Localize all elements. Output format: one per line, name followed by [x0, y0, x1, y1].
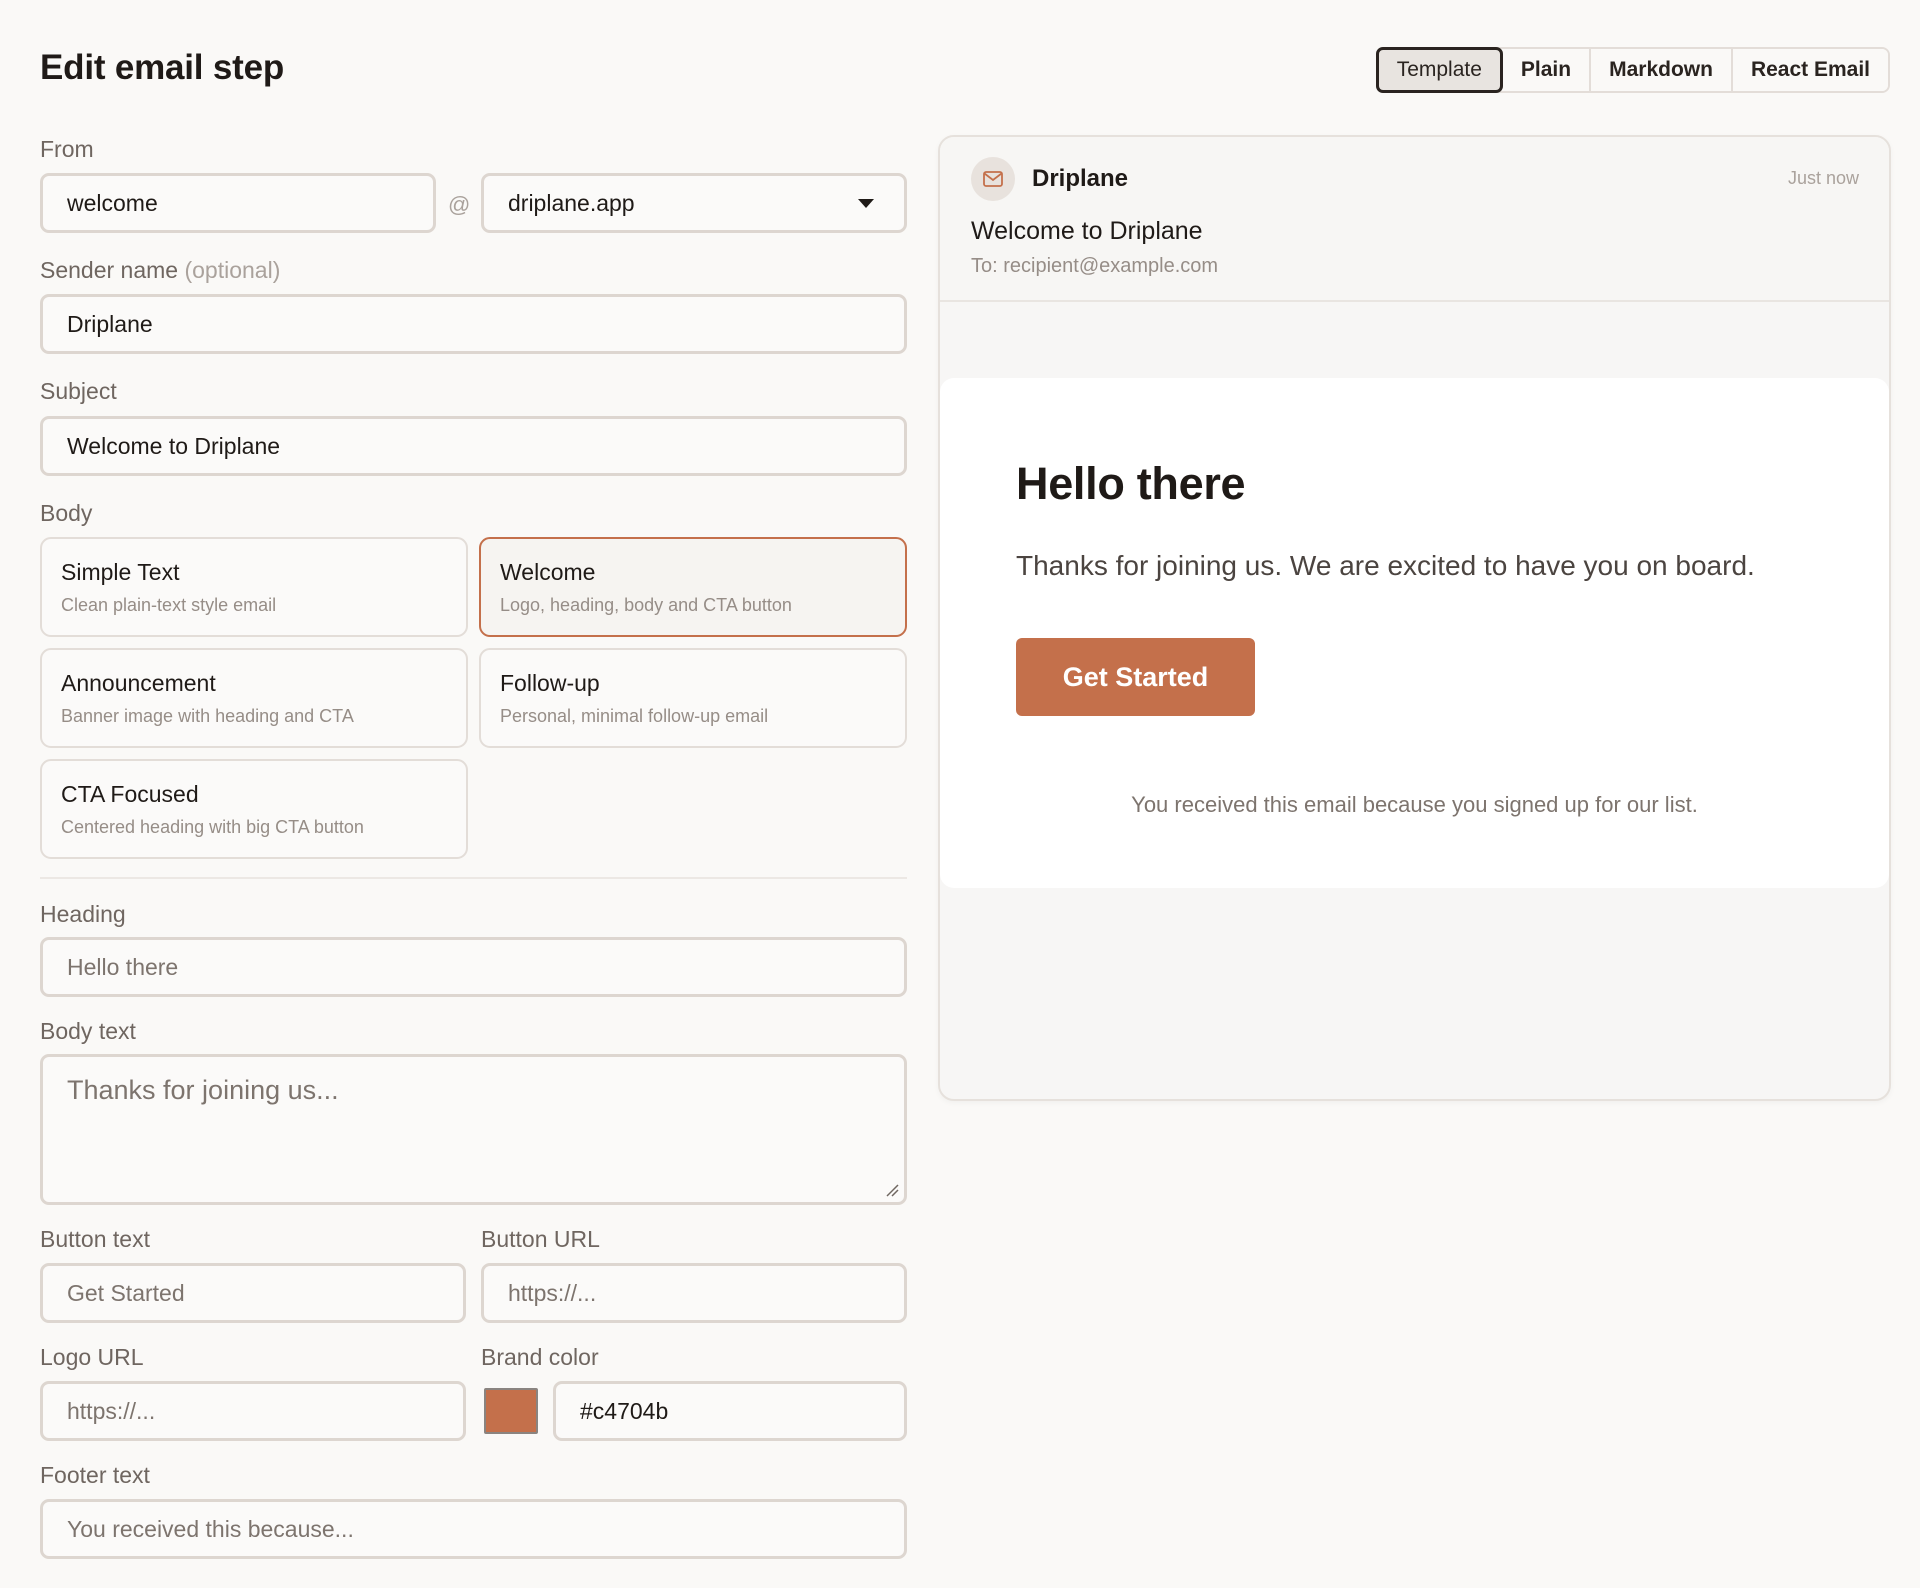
email-heading: Hello there — [1016, 458, 1246, 509]
body-text-label: Body text — [40, 1018, 136, 1044]
tab-react-email[interactable]: React Email — [1732, 49, 1888, 91]
preview-header: Driplane Just now Welcome to Driplane To… — [940, 137, 1889, 302]
template-card-announcement[interactable]: Announcement Banner image with heading a… — [40, 648, 468, 748]
section-divider — [40, 877, 907, 879]
sender-label: Sender name (optional) — [40, 257, 280, 284]
template-card-title: Follow-up — [500, 670, 600, 696]
logo-url-label: Logo URL — [40, 1344, 144, 1370]
subject-label: Subject — [40, 378, 117, 404]
preview-subject: Welcome to Driplane — [971, 217, 1203, 245]
footer-text-input[interactable]: You received this because... — [40, 1499, 907, 1559]
subject-input[interactable]: Welcome to Driplane — [40, 416, 907, 476]
resize-handle-icon[interactable] — [885, 1183, 899, 1197]
heading-label: Heading — [40, 901, 126, 927]
brand-color-swatch[interactable] — [484, 1388, 538, 1434]
sender-name-input[interactable]: Driplane — [40, 294, 907, 354]
tab-template[interactable]: Template — [1375, 47, 1503, 93]
tab-markdown[interactable]: Markdown — [1591, 49, 1733, 91]
from-label: From — [40, 136, 94, 162]
template-card-desc: Personal, minimal follow-up email — [500, 706, 769, 726]
footer-text-label: Footer text — [40, 1462, 150, 1488]
template-card-simple-text[interactable]: Simple Text Clean plain-text style email — [40, 537, 468, 637]
button-url-label: Button URL — [481, 1226, 600, 1252]
sender-optional: (optional) — [184, 257, 281, 283]
template-card-desc: Logo, heading, body and CTA button — [500, 595, 792, 615]
heading-input[interactable]: Hello there — [40, 937, 907, 997]
tab-plain[interactable]: Plain — [1502, 49, 1592, 91]
template-card-desc: Banner image with heading and CTA — [61, 706, 354, 726]
chevron-down-icon — [858, 199, 874, 208]
sender-label-text: Sender name — [40, 257, 179, 283]
brand-color-label: Brand color — [481, 1344, 599, 1370]
preview-recipient: To: recipient@example.com — [971, 255, 1219, 277]
template-card-cta-focused[interactable]: CTA Focused Centered heading with big CT… — [40, 759, 468, 859]
from-domain-select[interactable]: driplane.app — [481, 173, 907, 233]
button-url-input[interactable]: https://... — [481, 1263, 907, 1323]
email-footer-text: You received this email because you sign… — [1131, 792, 1698, 817]
body-text-textarea[interactable]: Thanks for joining us... — [40, 1054, 907, 1205]
template-card-title: CTA Focused — [61, 781, 199, 807]
sender-avatar — [971, 157, 1015, 201]
from-domain-value: driplane.app — [508, 189, 635, 216]
email-cta-button[interactable]: Get Started — [1016, 638, 1255, 716]
mail-icon — [983, 171, 1003, 187]
template-card-desc: Clean plain-text style email — [61, 595, 277, 615]
body-text-placeholder: Thanks for joining us... — [67, 1075, 339, 1105]
email-preview: Driplane Just now Welcome to Driplane To… — [938, 135, 1891, 1101]
preview-sender-name: Driplane — [1032, 165, 1129, 192]
template-card-desc: Centered heading with big CTA button — [61, 817, 364, 837]
template-card-title: Welcome — [500, 559, 596, 585]
preview-timestamp: Just now — [1787, 168, 1859, 188]
brand-color-input[interactable]: #c4704b — [553, 1381, 907, 1441]
from-local-input[interactable]: welcome — [40, 173, 436, 233]
template-card-title: Simple Text — [61, 559, 180, 585]
template-card-welcome[interactable]: Welcome Logo, heading, body and CTA butt… — [479, 537, 907, 637]
button-text-input[interactable]: Get Started — [40, 1263, 466, 1323]
at-sign: @ — [448, 192, 471, 217]
preview-email-body: Hello there Thanks for joining us. We ar… — [940, 378, 1889, 888]
body-label: Body — [40, 500, 93, 526]
logo-url-input[interactable]: https://... — [40, 1381, 466, 1441]
view-mode-tabs: Template Plain Markdown React Email — [1375, 47, 1890, 93]
template-card-follow-up[interactable]: Follow-up Personal, minimal follow-up em… — [479, 648, 907, 748]
button-text-label: Button text — [40, 1226, 150, 1252]
page-title: Edit email step — [40, 48, 285, 87]
email-body-text: Thanks for joining us. We are excited to… — [1016, 550, 1755, 581]
template-card-title: Announcement — [61, 670, 216, 696]
